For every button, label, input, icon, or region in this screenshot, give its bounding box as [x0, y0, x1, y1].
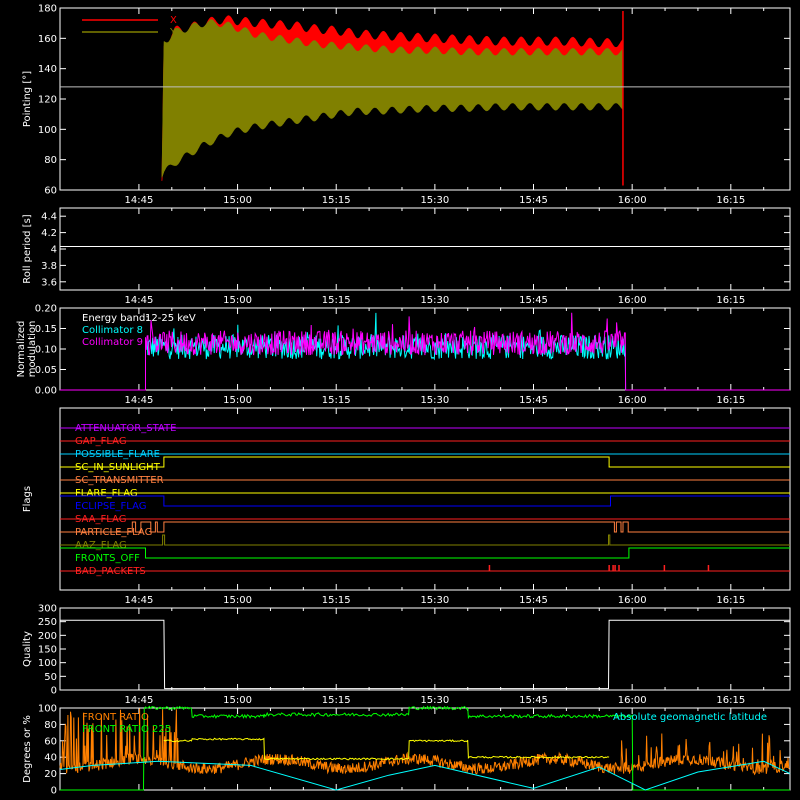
y-tick-label: 60 — [44, 736, 57, 747]
y-tick-label: 4 — [51, 245, 57, 256]
legend-label-collimator: Collimator 8 — [82, 325, 143, 336]
x-tick-label: 16:00 — [618, 695, 647, 706]
x-tick-label: 16:15 — [716, 695, 745, 706]
y-tick-label: 60 — [44, 186, 57, 197]
x-tick-label: 16:00 — [618, 595, 647, 606]
x-tick-label: 16:00 — [618, 295, 647, 306]
energy-band-title: Energy band: — [82, 313, 149, 324]
flag-label-particle_flag: PARTICLE_FLAG — [75, 527, 152, 538]
y-tick-label: 3.8 — [41, 261, 57, 272]
y-tick-label: 180 — [38, 4, 57, 15]
y-axis-label: Normalizedmodulation — [16, 321, 38, 378]
x-tick-label: 15:15 — [322, 595, 351, 606]
geomagnetic-latitude-label: Absolute geomagnetic latitude — [613, 712, 767, 723]
x-tick-label: 16:15 — [716, 195, 745, 206]
legend-label-X: X — [170, 15, 177, 26]
x-tick-label: 15:00 — [223, 395, 252, 406]
y-axis-label: Flags — [22, 486, 33, 512]
y-tick-label: 100 — [38, 704, 57, 715]
x-tick-label: 15:15 — [322, 695, 351, 706]
x-tick-label: 15:00 — [223, 695, 252, 706]
flag-label-aaz_flag: AAZ_FLAG — [75, 540, 127, 551]
y-tick-label: 50 — [44, 672, 57, 683]
x-tick-label: 15:45 — [519, 295, 548, 306]
flag-label-gap_flag: GAP_FLAG — [75, 436, 127, 447]
x-tick-label: 16:15 — [716, 295, 745, 306]
y-axis-label: Degrees or % — [22, 715, 33, 783]
y-tick-label: 4.2 — [41, 228, 57, 239]
x-tick-label: 16:15 — [716, 595, 745, 606]
x-tick-label: 15:00 — [223, 195, 252, 206]
x-tick-label: 16:00 — [618, 395, 647, 406]
x-tick-label: 15:15 — [322, 395, 351, 406]
x-tick-label: 15:45 — [519, 595, 548, 606]
legend-label-front-ratio: FRONT RATIO — [82, 712, 149, 723]
x-tick-label: 16:00 — [618, 195, 647, 206]
x-tick-label: 14:45 — [125, 195, 154, 206]
flag-label-bad_packets: BAD_PACKETS — [75, 566, 146, 577]
flag-label-eclipse_flag: ECLIPSE_FLAG — [75, 501, 146, 512]
x-tick-label: 16:15 — [716, 395, 745, 406]
y-tick-label: 120 — [38, 95, 57, 106]
x-tick-label: 15:30 — [420, 195, 449, 206]
x-tick-label: 15:45 — [519, 695, 548, 706]
x-tick-label: 15:30 — [420, 695, 449, 706]
x-tick-label: 14:45 — [125, 295, 154, 306]
y-axis-label: Roll period [s] — [22, 214, 33, 283]
x-tick-label: 14:45 — [125, 695, 154, 706]
y-tick-label: 3.6 — [41, 277, 57, 288]
flag-label-attenuator_state: ATTENUATOR_STATE — [75, 423, 176, 434]
legend-label-Y: Y — [169, 27, 177, 38]
legend-label-front-ratio: FRONT RATIO 225 — [82, 724, 171, 735]
y-tick-label: 0.20 — [35, 304, 57, 315]
y-tick-label: 80 — [44, 720, 57, 731]
y-tick-label: 0.00 — [35, 386, 57, 397]
y-tick-label: 0 — [51, 686, 57, 697]
y-axis-label: Quality — [22, 631, 33, 667]
y-tick-label: 20 — [44, 769, 57, 780]
y-tick-label: 300 — [38, 604, 57, 615]
quicklook-chart: 14:45 15:00 15:15 15:30 15:45 16:00 16:15 60 80 1… — [0, 0, 800, 800]
y-tick-label: 140 — [38, 64, 57, 75]
y-tick-label: 100 — [38, 125, 57, 136]
y-tick-label: 40 — [44, 753, 57, 764]
flag-label-fronts_off: FRONTS_OFF — [75, 553, 140, 564]
y-tick-label: 150 — [38, 645, 57, 656]
x-tick-label: 15:45 — [519, 395, 548, 406]
y-tick-label: 0 — [51, 786, 57, 797]
flag-label-sc_transmitter: SC_TRANSMITTER — [75, 475, 164, 486]
flag-label-flare_flag: FLARE_FLAG — [75, 488, 138, 499]
y-tick-label: 160 — [38, 34, 57, 45]
y-tick-label: 100 — [38, 658, 57, 669]
flag-label-saa_flag: SAA_FLAG — [75, 514, 126, 525]
y-tick-label: 250 — [38, 617, 57, 628]
y-tick-label: 80 — [44, 155, 57, 166]
y-tick-label: 0.10 — [35, 345, 57, 356]
x-tick-label: 14:45 — [125, 595, 154, 606]
energy-band-value: 12-25 keV — [145, 313, 196, 324]
flag-label-possible_flare: POSSIBLE_FLARE — [75, 449, 160, 460]
x-tick-label: 15:00 — [223, 295, 252, 306]
y-tick-label: 0.05 — [35, 365, 57, 376]
x-tick-label: 15:45 — [519, 195, 548, 206]
x-tick-label: 15:30 — [420, 295, 449, 306]
x-tick-label: 15:30 — [420, 595, 449, 606]
y-tick-label: 4.4 — [41, 212, 57, 223]
y-tick-label: 0.15 — [35, 324, 57, 335]
y-tick-label: 200 — [38, 631, 57, 642]
x-tick-label: 15:00 — [223, 595, 252, 606]
y-axis-label: Pointing [°] — [22, 71, 33, 127]
x-tick-label: 15:15 — [322, 295, 351, 306]
legend-label-collimator: Collimator 9 — [82, 337, 143, 348]
x-tick-label: 15:15 — [322, 195, 351, 206]
x-tick-label: 15:30 — [420, 395, 449, 406]
x-tick-label: 14:45 — [125, 395, 154, 406]
flag-label-sc_in_sunlight: SC_IN_SUNLIGHT — [75, 462, 161, 473]
